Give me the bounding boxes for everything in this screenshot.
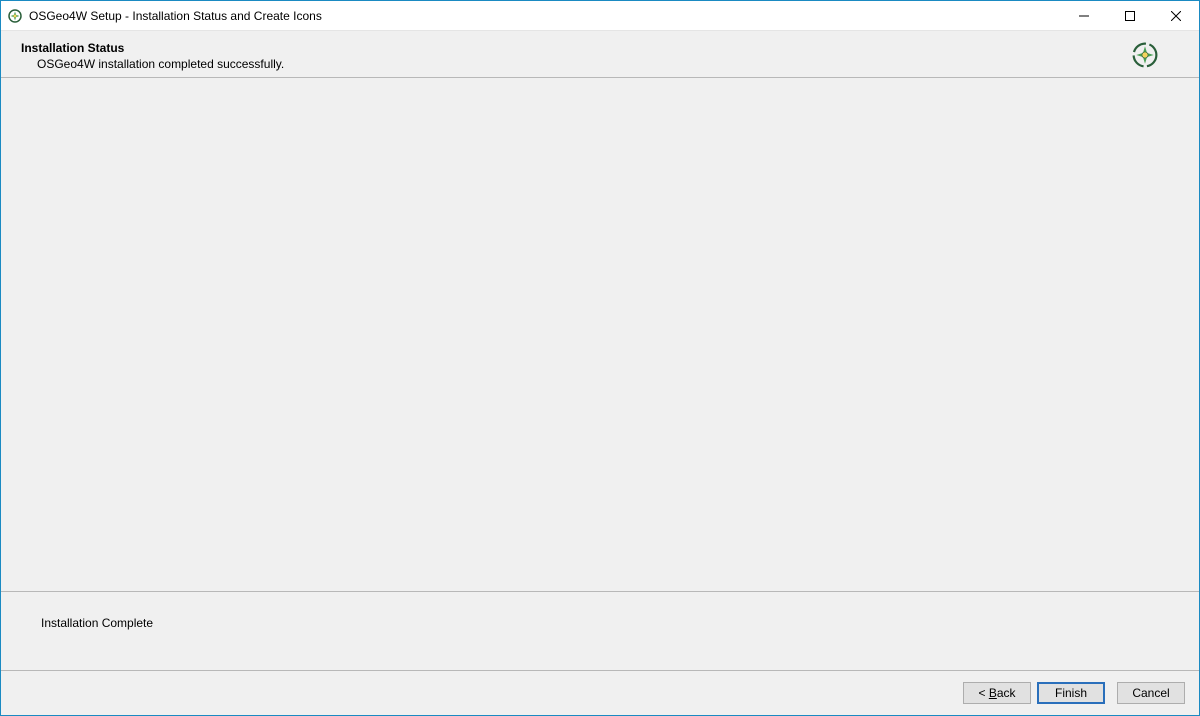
finish-button[interactable]: Finish (1037, 682, 1105, 704)
minimize-button[interactable] (1061, 1, 1107, 30)
page-subtitle: OSGeo4W installation completed successfu… (37, 57, 1131, 71)
title-bar: OSGeo4W Setup - Installation Status and … (1, 1, 1199, 31)
status-message: Installation Complete (41, 616, 153, 630)
cancel-button[interactable]: Cancel (1117, 682, 1185, 704)
page-title: Installation Status (21, 41, 1131, 55)
maximize-button[interactable] (1107, 1, 1153, 30)
installer-window: OSGeo4W Setup - Installation Status and … (0, 0, 1200, 716)
nav-button-group: < Back Finish (963, 682, 1105, 704)
compass-icon (1131, 41, 1159, 69)
window-controls (1061, 1, 1199, 30)
back-button[interactable]: < Back (963, 682, 1031, 704)
app-icon (7, 8, 23, 24)
wizard-header: Installation Status OSGeo4W installation… (1, 31, 1199, 78)
status-area: Installation Complete (1, 591, 1199, 671)
wizard-button-bar: < Back Finish Cancel (1, 671, 1199, 715)
window-title: OSGeo4W Setup - Installation Status and … (29, 9, 1061, 23)
close-button[interactable] (1153, 1, 1199, 30)
wizard-content (1, 78, 1199, 591)
wizard-header-text: Installation Status OSGeo4W installation… (21, 41, 1131, 71)
